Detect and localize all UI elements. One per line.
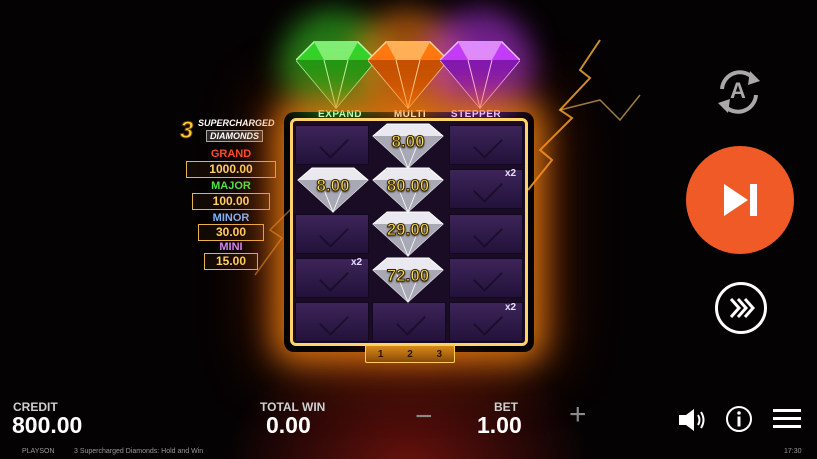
orange-diamond-icon [368, 41, 448, 110]
bet-decrease-button[interactable]: − [415, 400, 433, 434]
credit-value: 800.00 [12, 412, 83, 438]
logo-line2: DIAMONDS [206, 130, 263, 142]
menu-icon[interactable] [773, 409, 801, 429]
diamond-value: 72.00 [386, 266, 430, 286]
turbo-button[interactable] [715, 282, 767, 334]
reel-cell [449, 258, 523, 298]
diamond-value: 8.00 [391, 132, 425, 152]
logo-number: 3 [179, 117, 194, 145]
game-logo: 3 SUPERCHARGED DIAMONDS [179, 117, 284, 145]
multiplier-badge: x2 [505, 168, 517, 179]
diamond-symbol: 8.00 [296, 166, 370, 214]
diamond-value: 80.00 [386, 176, 430, 196]
autoplay-button[interactable]: A [710, 63, 768, 121]
diamond-symbol: 80.00 [371, 166, 445, 214]
diamond-value: 8.00 [316, 176, 350, 196]
total-win-value: 0.00 [266, 412, 311, 438]
diamond-symbol: 29.00 [371, 210, 445, 258]
mini-value: 15.00 [204, 253, 258, 270]
fast-forward-icon [729, 298, 755, 318]
diamond-symbol: 8.00 [371, 122, 445, 170]
clock: 17:30 [784, 448, 802, 455]
grand-value: 1000.00 [186, 161, 276, 178]
sound-icon[interactable] [677, 407, 709, 433]
logo-line1: SUPERCHARGED [198, 118, 275, 128]
info-icon[interactable] [725, 405, 753, 433]
game-name: 3 Supercharged Diamonds: Hold and Win [74, 448, 204, 455]
reel-cell [295, 214, 369, 254]
mini-label: MINI [219, 241, 243, 253]
page-3[interactable]: 3 [437, 349, 443, 360]
minor-label: MINOR [212, 212, 250, 224]
grand-label: GRAND [210, 148, 252, 160]
reel-page-indicator[interactable]: 1 2 3 [365, 345, 455, 363]
provider-name: PLAYSON [22, 448, 55, 455]
skip-play-icon [724, 184, 757, 216]
page-2[interactable]: 2 [407, 349, 413, 360]
purple-diamond-icon [440, 41, 520, 110]
multiplier-badge: x2 [351, 257, 363, 268]
reel-cell [449, 214, 523, 254]
green-diamond-icon [296, 41, 376, 110]
autoplay-letter: A [730, 78, 746, 103]
reel-cell [449, 125, 523, 165]
reel-cell [295, 302, 369, 342]
major-label: MAJOR [211, 180, 251, 192]
bottom-bar: CREDIT 800.00 TOTAL WIN 0.00 − BET 1.00 … [0, 392, 817, 459]
multiplier-badge: x2 [505, 302, 517, 313]
page-1[interactable]: 1 [378, 349, 384, 360]
diamond-symbol: 72.00 [371, 256, 445, 304]
spin-button[interactable] [686, 146, 794, 254]
minor-value: 30.00 [198, 224, 264, 241]
reel-cell [372, 302, 446, 342]
reel-cell [295, 125, 369, 165]
major-value: 100.00 [192, 193, 270, 210]
bet-value: 1.00 [477, 412, 522, 438]
bet-increase-button[interactable]: + [569, 398, 587, 432]
diamond-value: 29.00 [386, 220, 430, 240]
